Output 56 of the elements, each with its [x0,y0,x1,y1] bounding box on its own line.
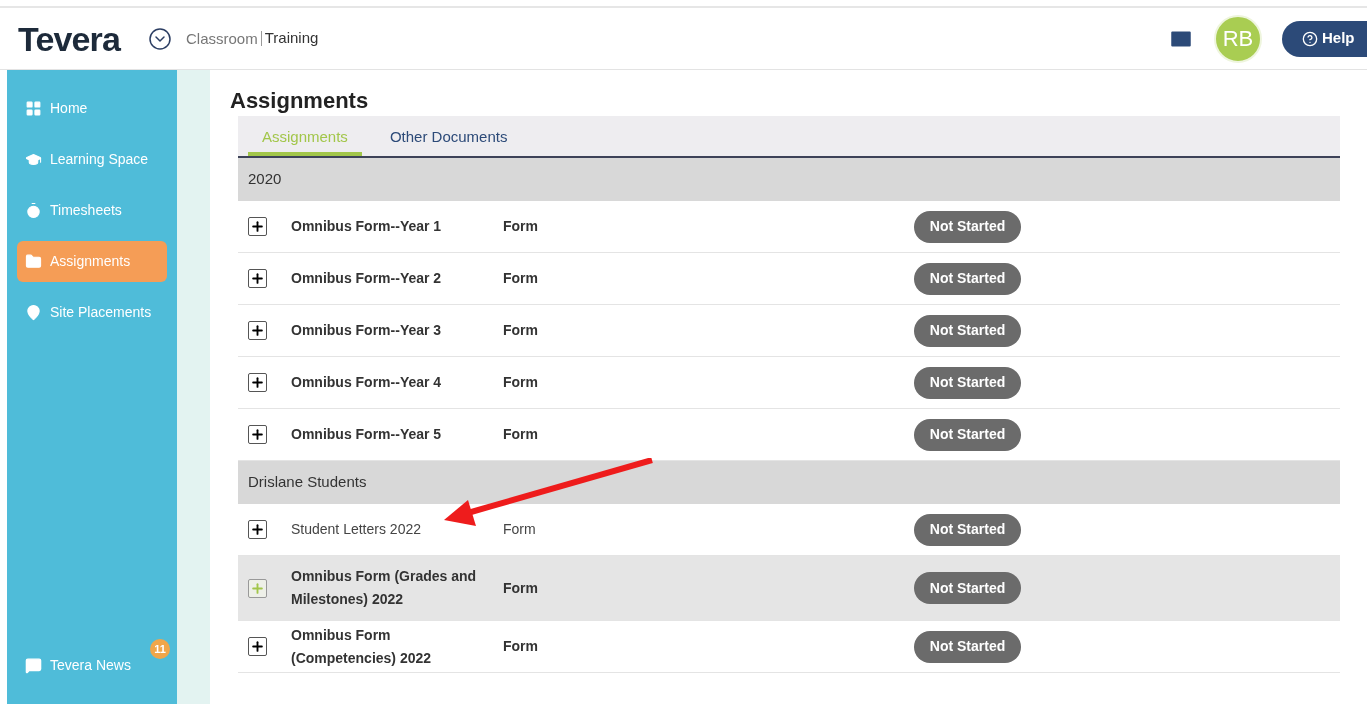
assignment-name[interactable]: Omnibus Form--Year 1 [291,215,491,238]
grid-icon [25,100,42,117]
assignment-name[interactable]: Omnibus Form--Year 5 [291,423,491,446]
help-button[interactable]: Help [1282,20,1367,57]
news-count-badge: 11 [150,639,170,659]
status-badge: Not Started [914,513,1021,546]
task-type: Form [503,637,539,656]
task-type: Form [503,425,539,444]
expand-button[interactable] [248,269,267,288]
task-type: Form [503,373,539,392]
status-badge: Not Started [914,262,1021,295]
task-type: Form [503,520,537,539]
logo[interactable]: Tevera [18,21,120,56]
plus-icon [250,639,265,654]
status-badge: Not Started [914,366,1021,399]
plus-icon [250,323,265,338]
plus-icon [250,427,265,442]
breadcrumb-parent[interactable]: Classroom [186,31,262,46]
tab[interactable]: Other Documents [375,125,522,156]
task-type: Form [503,217,539,236]
status-badge: Not Started [914,210,1021,243]
expand-button[interactable] [248,217,267,236]
plus-icon [250,271,265,286]
assignment-name[interactable]: Omnibus Form--Year 4 [291,371,491,394]
expand-button[interactable] [248,637,267,656]
status-badge: Not Started [914,572,1021,604]
status-badge: Not Started [914,418,1021,451]
plus-icon [250,522,265,537]
expand-button[interactable] [248,520,267,539]
dropdown-icon[interactable] [148,26,172,51]
stopwatch-icon [25,202,42,219]
plus-icon [250,375,265,390]
status-badge: Not Started [914,630,1021,663]
task-type: Form [503,321,539,340]
expand-button[interactable] [248,425,267,444]
graduation-cap-icon [25,151,42,168]
task-type: Form [503,269,539,288]
folder-icon [25,253,42,270]
status-badge: Not Started [914,314,1021,347]
assignment-name[interactable]: Omnibus Form--Year 3 [291,319,491,342]
page-title: Assignments [230,87,370,115]
plus-icon [250,580,265,596]
breadcrumb-current: Training [264,28,319,49]
assignment-name[interactable]: Omnibus Form (Competencies) 2022 [291,623,491,670]
map-pin-icon [25,304,42,321]
help-icon [1302,30,1318,47]
table-row[interactable]: Omnibus Form (Grades and Milestones) 2022 Form Not Started [238,556,1340,621]
expand-button[interactable] [248,373,267,392]
assignment-name[interactable]: Omnibus Form (Grades and Milestones) 2022 [291,565,491,611]
assignment-name[interactable]: Omnibus Form--Year 2 [291,267,491,290]
plus-icon [250,219,265,234]
assignment-name[interactable]: Student Letters 2022 [291,518,491,541]
group-header: 2020 [238,158,1340,201]
group-header: Drislane Students [238,461,1340,504]
task-type: Form [503,578,539,598]
expand-button[interactable] [248,321,267,340]
